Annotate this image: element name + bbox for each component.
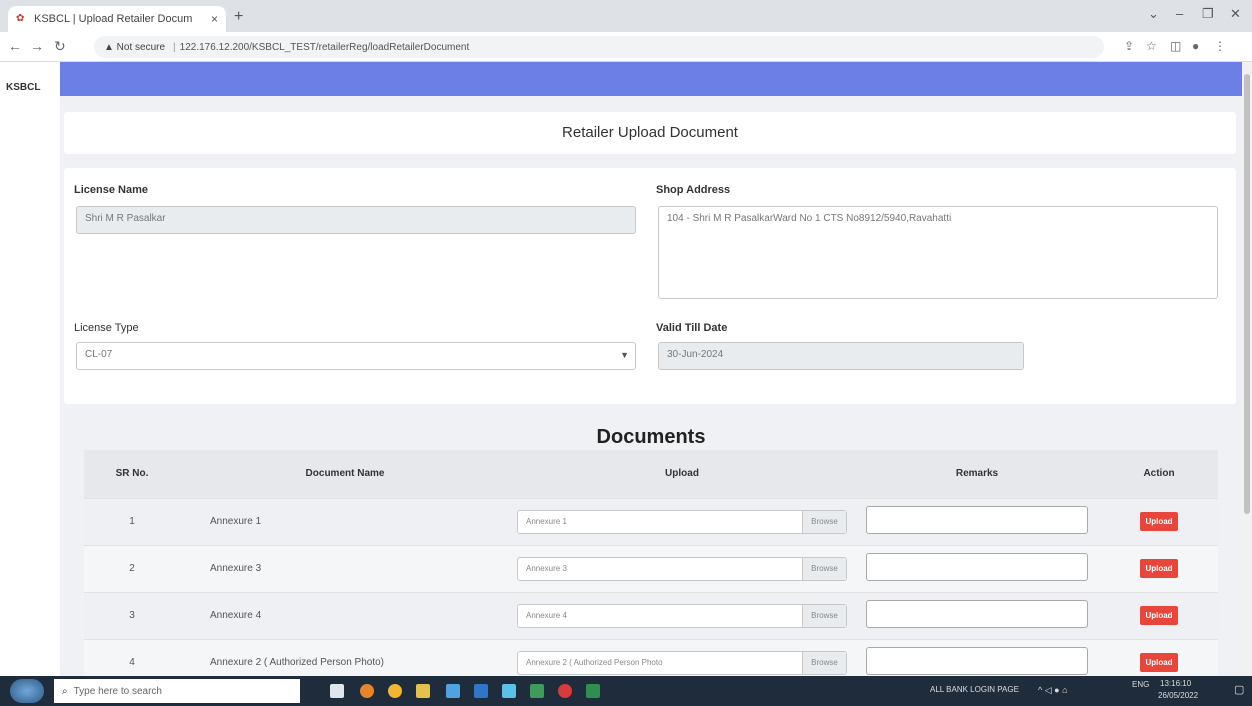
col-document-name: Document Name (180, 450, 510, 498)
browser-tab[interactable]: ✿ KSBCL | Upload Retailer Docum × (8, 6, 226, 32)
file-input[interactable]: Annexure 1 Browse (517, 509, 847, 534)
task-view-icon[interactable] (330, 684, 344, 698)
page-title: Retailer Upload Document (64, 112, 1236, 154)
browse-button[interactable]: Browse (802, 604, 846, 627)
not-secure-badge[interactable]: ▲ Not secure (104, 42, 165, 53)
remarks-input[interactable] (866, 600, 1088, 628)
chevron-down-icon: ▼ (620, 350, 629, 360)
menu-kebab-icon[interactable]: ⋮ (1214, 39, 1226, 53)
file-name: Annexure 1 (526, 517, 567, 526)
excel-icon[interactable] (586, 684, 600, 698)
license-type-label: License Type (74, 322, 139, 334)
row-sr: 1 (84, 497, 180, 545)
os-taskbar: ⌕ Type here to search ALL BANK LOGIN PAG… (0, 676, 1252, 706)
license-name-field[interactable]: Shri M R Pasalkar (76, 206, 636, 234)
tab-close-icon[interactable]: × (211, 12, 218, 26)
app-icon[interactable] (502, 684, 516, 698)
row-document-name: Annexure 4 (180, 591, 510, 639)
row-sr: 3 (84, 591, 180, 639)
browse-button[interactable]: Browse (802, 510, 846, 533)
url-text: 122.176.12.200/KSBCL_TEST/retailerReg/lo… (179, 41, 470, 53)
valid-till-label: Valid Till Date (656, 322, 728, 334)
upload-button[interactable]: Upload (1140, 559, 1178, 578)
top-navbar (60, 62, 1242, 96)
license-name-label: License Name (74, 184, 148, 196)
file-input[interactable]: Annexure 4 Browse (517, 603, 847, 628)
remarks-input[interactable] (866, 647, 1088, 676)
site-favicon-icon: ✿ (16, 13, 25, 24)
address-bar[interactable]: ▲ Not secure | 122.176.12.200/KSBCL_TEST… (94, 36, 1104, 58)
file-name: Annexure 4 (526, 611, 567, 620)
row-document-name: Annexure 3 (180, 544, 510, 592)
brand-logo[interactable]: KSBCL (0, 62, 60, 110)
remarks-input[interactable] (866, 553, 1088, 581)
clock-time[interactable]: 13:16:10 (1160, 679, 1191, 688)
window-close-icon[interactable]: ✕ (1230, 6, 1241, 22)
file-input[interactable]: Annexure 3 Browse (517, 556, 847, 581)
back-icon[interactable]: ← (8, 38, 22, 54)
table-row: 3 Annexure 4 Annexure 4 Browse Upload (84, 591, 1218, 639)
language-indicator[interactable]: ENG (1132, 680, 1149, 689)
clock-date[interactable]: 26/05/2022 (1158, 691, 1198, 700)
upload-button[interactable]: Upload (1140, 653, 1178, 673)
maximize-icon[interactable]: ❐ (1202, 6, 1214, 22)
col-remarks: Remarks (854, 450, 1100, 498)
tray-page-label[interactable]: ALL BANK LOGIN PAGE (930, 685, 1019, 694)
tab-search-icon[interactable]: ⌄ (1148, 6, 1159, 22)
table-row: 1 Annexure 1 Annexure 1 Browse Upload (84, 497, 1218, 545)
table-row: 2 Annexure 3 Annexure 3 Browse Upload (84, 544, 1218, 592)
license-type-value: CL-07 (85, 349, 113, 360)
start-button-icon[interactable] (10, 679, 44, 703)
remarks-input[interactable] (866, 506, 1088, 534)
documents-title: Documents (596, 426, 706, 448)
file-name: Annexure 3 (526, 564, 567, 573)
col-action: Action (1100, 450, 1218, 498)
shop-address-field[interactable]: 104 - Shri M R PasalkarWard No 1 CTS No8… (658, 206, 1218, 299)
taskbar-search-placeholder: Type here to search (73, 685, 162, 697)
taskbar-search[interactable]: ⌕ Type here to search (54, 679, 300, 703)
file-name: Annexure 2 ( Authorized Person Photo (526, 658, 663, 668)
main-content: Retailer Upload Document License Name Sh… (60, 96, 1242, 686)
retailer-info-form: License Name Shri M R Pasalkar Shop Addr… (64, 168, 1236, 404)
col-upload: Upload (510, 450, 854, 498)
documents-table: SR No. Document Name Upload Remarks Acti… (84, 450, 1218, 686)
browse-button[interactable]: Browse (802, 557, 846, 580)
share-icon[interactable]: ⇪ (1124, 39, 1134, 53)
minimize-icon[interactable]: – (1176, 6, 1183, 21)
file-explorer-icon[interactable] (416, 684, 430, 698)
profile-icon[interactable]: ● (1192, 39, 1199, 53)
page-scrollbar[interactable] (1242, 62, 1252, 676)
tray-icons[interactable]: ^ ◁ ● ⌂ (1038, 685, 1068, 696)
app-icon[interactable] (558, 684, 572, 698)
chrome-icon[interactable] (388, 684, 402, 698)
reload-icon[interactable]: ↻ (54, 38, 66, 55)
side-panel-icon[interactable]: ◫ (1170, 39, 1181, 53)
license-type-select[interactable]: CL-07 ▼ (76, 342, 636, 370)
outlook-icon[interactable] (474, 684, 488, 698)
browser-toolbar: ← → ↻ ▲ Not secure | 122.176.12.200/KSBC… (0, 32, 1252, 62)
row-sr: 2 (84, 544, 180, 592)
shop-address-label: Shop Address (656, 184, 731, 196)
search-icon: ⌕ (62, 685, 68, 697)
valid-till-field[interactable]: 30-Jun-2024 (658, 342, 1024, 370)
tab-title: KSBCL | Upload Retailer Docum (34, 13, 193, 25)
row-document-name: Annexure 1 (180, 497, 510, 545)
upload-button[interactable]: Upload (1140, 512, 1178, 531)
new-tab-button[interactable]: + (234, 8, 243, 26)
table-header-row: SR No. Document Name Upload Remarks Acti… (84, 450, 1218, 498)
app-icon[interactable] (530, 684, 544, 698)
upload-button[interactable]: Upload (1140, 606, 1178, 625)
col-sr-no: SR No. (84, 450, 180, 498)
file-input[interactable]: Annexure 2 ( Authorized Person Photo Brow… (517, 650, 847, 675)
forward-icon[interactable]: → (30, 38, 44, 54)
browse-button[interactable]: Browse (802, 651, 846, 674)
browser-tab-strip: ✿ KSBCL | Upload Retailer Docum × + ⌄ – … (0, 0, 1252, 32)
bookmark-star-icon[interactable]: ☆ (1146, 39, 1157, 53)
app-icon[interactable] (446, 684, 460, 698)
scrollbar-thumb[interactable] (1244, 74, 1250, 514)
firefox-icon[interactable] (360, 684, 374, 698)
notification-icon[interactable]: ▢ (1234, 683, 1244, 696)
